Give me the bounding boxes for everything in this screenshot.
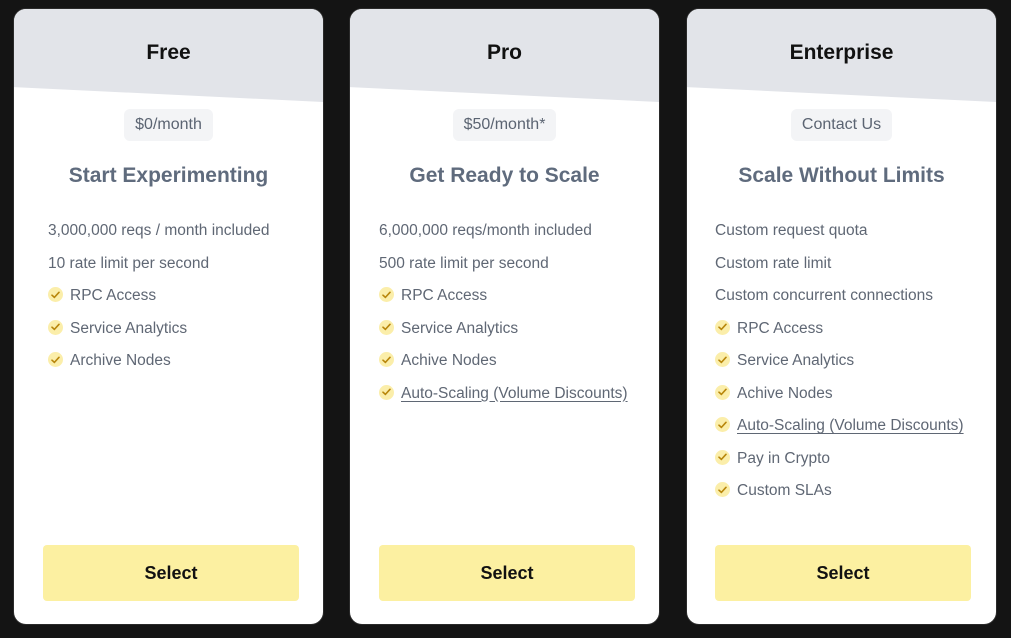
check-icon bbox=[715, 417, 730, 432]
check-icon bbox=[48, 352, 63, 367]
feature-item: RPC Access bbox=[379, 284, 629, 308]
feature-text: Archive Nodes bbox=[70, 352, 171, 369]
feature-item: Service Analytics bbox=[379, 317, 629, 341]
feature-item: Achive Nodes bbox=[715, 382, 965, 406]
select-free-button[interactable]: Select bbox=[43, 545, 299, 601]
feature-text: Custom request quota bbox=[715, 222, 868, 239]
feature-list: Custom request quota Custom rate limit Cus… bbox=[715, 219, 965, 512]
feature-item: Custom concurrent connections bbox=[715, 284, 965, 308]
feature-item: RPC Access bbox=[48, 284, 298, 308]
plan-tagline: Start Experimenting bbox=[68, 164, 269, 187]
feature-item: 6,000,000 reqs/month included bbox=[379, 219, 629, 243]
feature-text: Achive Nodes bbox=[401, 352, 497, 369]
check-icon bbox=[715, 352, 730, 367]
feature-item: Pay in Crypto bbox=[715, 447, 965, 471]
feature-item: Archive Nodes bbox=[48, 349, 298, 373]
feature-text: Service Analytics bbox=[737, 352, 855, 369]
check-icon bbox=[715, 449, 730, 465]
feature-link[interactable]: Auto-Scaling (Volume Discounts) bbox=[737, 414, 964, 438]
check-icon bbox=[715, 384, 730, 400]
check-icon bbox=[715, 319, 730, 335]
feature-text: RPC Access bbox=[70, 287, 157, 304]
check-icon bbox=[379, 352, 394, 367]
feature-text: Custom concurrent connections bbox=[715, 287, 933, 304]
price-row: $0/month bbox=[14, 109, 323, 141]
feature-item: 3,000,000 reqs / month included bbox=[48, 219, 298, 243]
feature-text: Custom SLAs bbox=[737, 482, 832, 499]
feature-list: 3,000,000 reqs / month included 10 rate l… bbox=[48, 219, 298, 382]
feature-text: 10 rate limit per second bbox=[48, 254, 210, 272]
plan-name: Pro bbox=[486, 41, 522, 64]
feature-link[interactable]: Auto-Scaling (Volume Discounts) bbox=[401, 382, 628, 406]
feature-text: Achive Nodes bbox=[737, 384, 833, 402]
feature-text: Service Analytics bbox=[70, 319, 188, 337]
plan-name: Enterprise bbox=[789, 41, 894, 64]
feature-item: Custom rate limit bbox=[715, 252, 965, 276]
feature-item: Custom request quota bbox=[715, 219, 965, 243]
plan-card-free: Free $0/month Start Experimenting 3,000,… bbox=[14, 9, 323, 624]
plan-card-enterprise: Enterprise Contact Us Scale Without Limi… bbox=[687, 9, 996, 624]
price-badge: $50/month* bbox=[452, 109, 557, 141]
plan-card-pro: Pro $50/month* Get Ready to Scale 6,000,… bbox=[350, 9, 659, 624]
feature-text: 6,000,000 reqs/month included bbox=[379, 222, 592, 239]
select-pro-button[interactable]: Select bbox=[379, 545, 635, 601]
feature-item: Custom SLAs bbox=[715, 479, 965, 503]
plan-name: Free bbox=[146, 41, 191, 64]
price-row: Contact Us bbox=[687, 109, 996, 141]
select-enterprise-button[interactable]: Select bbox=[715, 545, 971, 601]
feature-text: 500 rate limit per second bbox=[379, 254, 549, 272]
check-icon bbox=[715, 482, 730, 497]
feature-item: 500 rate limit per second bbox=[379, 252, 629, 276]
check-icon bbox=[379, 319, 394, 335]
check-icon bbox=[379, 384, 394, 400]
check-icon bbox=[48, 287, 63, 302]
feature-item[interactable]: Auto-Scaling (Volume Discounts) bbox=[379, 382, 629, 406]
check-icon bbox=[48, 319, 63, 335]
feature-item[interactable]: Auto-Scaling (Volume Discounts) bbox=[715, 414, 965, 438]
feature-item: Achive Nodes bbox=[379, 349, 629, 373]
feature-item: RPC Access bbox=[715, 317, 965, 341]
feature-text: RPC Access bbox=[737, 319, 824, 337]
feature-item: 10 rate limit per second bbox=[48, 252, 298, 276]
feature-item: Service Analytics bbox=[48, 317, 298, 341]
price-row: $50/month* bbox=[350, 109, 659, 141]
feature-item: Service Analytics bbox=[715, 349, 965, 373]
feature-text: Custom rate limit bbox=[715, 254, 832, 272]
price-badge: $0/month bbox=[124, 109, 213, 141]
plan-tagline: Scale Without Limits bbox=[738, 164, 945, 187]
feature-text: Pay in Crypto bbox=[737, 449, 831, 467]
plan-tagline: Get Ready to Scale bbox=[409, 164, 600, 187]
feature-text: Service Analytics bbox=[401, 319, 519, 337]
feature-text: RPC Access bbox=[401, 287, 488, 304]
feature-list: 6,000,000 reqs/month included 500 rate li… bbox=[379, 219, 629, 414]
check-icon bbox=[379, 287, 394, 302]
feature-text: 3,000,000 reqs / month included bbox=[48, 222, 270, 239]
price-badge: Contact Us bbox=[790, 109, 893, 141]
